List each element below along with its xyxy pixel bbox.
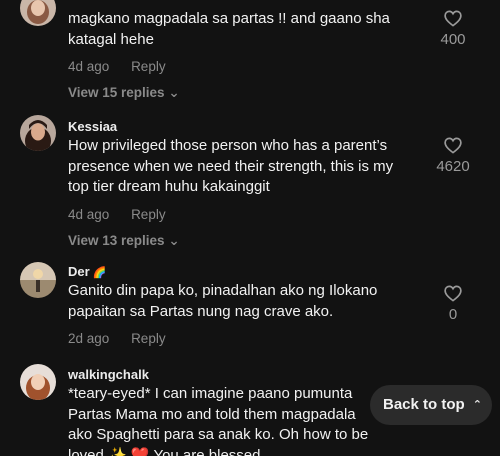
heart-outline-icon (444, 285, 462, 302)
view-replies-label: View 13 replies (68, 232, 165, 248)
reply-button[interactable]: Reply (131, 207, 166, 222)
view-replies-label: View 15 replies (68, 85, 165, 100)
like-button[interactable]: 400 (428, 10, 478, 48)
comment-text: magkano magpadala sa partas !! and gaano… (68, 10, 390, 48)
comment-username[interactable]: Der 🌈 (68, 263, 408, 281)
chevron-down-icon: ⌄ (168, 232, 180, 248)
back-to-top-button[interactable]: Back to top ⌃ (370, 385, 492, 425)
like-button[interactable]: 0 (428, 285, 478, 323)
comment-text: Ganito din papa ko, pinadalhan ako ng Il… (68, 282, 378, 320)
like-count: 400 (440, 31, 466, 48)
heart-outline-icon (444, 137, 462, 154)
double-chevron-up-icon: ⌃ (472, 399, 482, 411)
comment-text: How privileged those person who has a pa… (68, 137, 394, 195)
comment-username-text: Der (68, 264, 90, 279)
like-count: 4620 (436, 158, 470, 175)
view-replies-button[interactable]: View 15 replies ⌄ (68, 83, 408, 103)
heart-outline-icon (444, 10, 462, 27)
comment-username[interactable]: Kessiaa (68, 118, 408, 136)
comment-username[interactable]: walkingchalk (68, 366, 378, 384)
reply-button[interactable]: Reply (131, 331, 166, 346)
chevron-down-icon: ⌄ (168, 85, 180, 100)
comment-text: *teary-eyed* I can imagine paano pumunta… (68, 385, 369, 456)
like-button[interactable]: 4620 (428, 137, 478, 175)
avatar[interactable] (20, 262, 56, 298)
reply-button[interactable]: Reply (131, 59, 166, 74)
back-to-top-label: Back to top (383, 396, 465, 413)
comment-age: 4d ago (68, 59, 110, 74)
like-count: 0 (448, 306, 458, 323)
rainbow-emoji: 🌈 (92, 267, 107, 279)
avatar[interactable] (20, 364, 56, 400)
avatar[interactable] (20, 115, 56, 151)
comment-age: 2d ago (68, 331, 110, 346)
view-replies-button[interactable]: View 13 replies ⌄ (68, 231, 408, 251)
comment-age: 4d ago (68, 206, 110, 222)
avatar[interactable] (20, 0, 56, 26)
